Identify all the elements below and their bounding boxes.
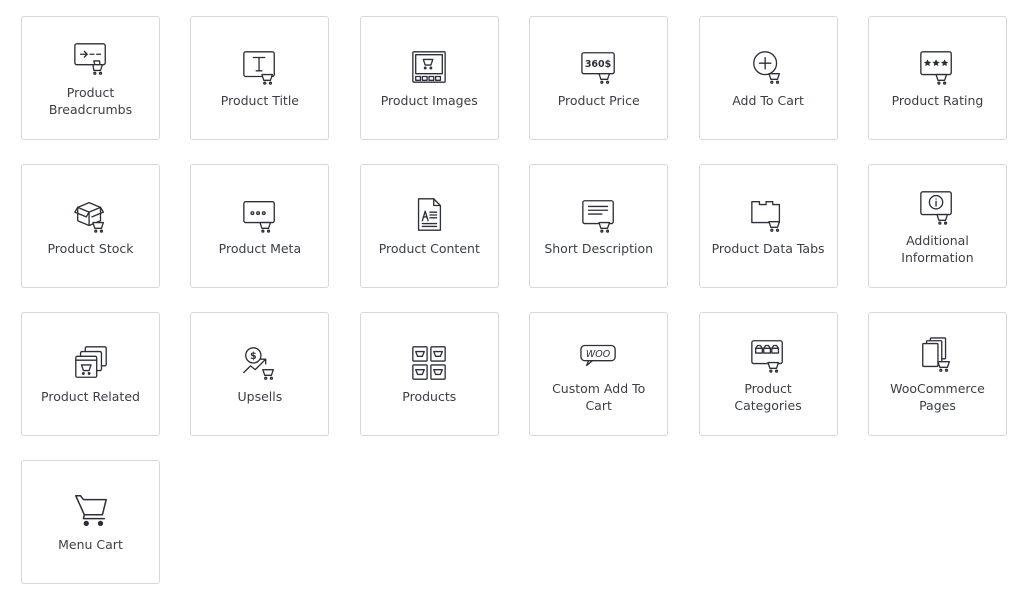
widget-label: Product Rating: [891, 93, 984, 108]
widget-product-title[interactable]: Product Title: [190, 16, 330, 140]
add-to-cart-icon: [748, 47, 788, 87]
widget-label: Menu Cart: [58, 537, 123, 552]
data-tabs-icon: [748, 195, 788, 235]
breadcrumbs-icon: [71, 39, 111, 79]
upsells-icon: $: [240, 343, 280, 383]
widget-label: Upsells: [237, 389, 283, 404]
related-icon: [71, 343, 111, 383]
widget-product-content[interactable]: Product Content: [359, 164, 499, 288]
widget-label: Product Content: [378, 241, 480, 256]
widget-label: Additional Information: [901, 232, 974, 265]
widget-label: Product Data Tabs: [711, 241, 825, 256]
widget-label: Product Meta: [218, 241, 302, 256]
widget-label: Add To Cart: [732, 93, 804, 108]
widget-additional-information[interactable]: Additional Information: [867, 164, 1007, 288]
widget-product-data-tabs[interactable]: Product Data Tabs: [698, 164, 838, 288]
widget-product-rating[interactable]: Product Rating: [867, 16, 1007, 140]
widget-product-categories[interactable]: Product Categories: [698, 312, 838, 436]
widget-custom-add-to-cart[interactable]: WOO Custom Add To Cart: [529, 312, 669, 436]
price-icon: 360$: [579, 47, 619, 87]
custom-add-to-cart-icon-text: WOO: [586, 348, 611, 359]
widget-product-breadcrumbs[interactable]: Product Breadcrumbs: [21, 16, 160, 140]
widget-woocommerce-pages[interactable]: WooCommerce Pages: [867, 312, 1007, 436]
widget-label: Short Description: [544, 241, 654, 256]
content-icon: [409, 195, 449, 235]
meta-icon: [240, 195, 280, 235]
widget-grid: Product Breadcrumbs Product Title Produc…: [21, 16, 1007, 584]
widget-label: Product Categories: [734, 380, 802, 413]
title-icon: [240, 47, 280, 87]
widget-label: Products: [402, 389, 457, 404]
widget-label: Custom Add To Cart: [552, 380, 646, 413]
widget-label: Product Title: [220, 93, 299, 108]
categories-icon: [748, 335, 788, 375]
widget-label: Product Images: [380, 93, 478, 108]
rating-icon: [917, 47, 957, 87]
products-icon: [409, 343, 449, 383]
widget-product-meta[interactable]: Product Meta: [190, 164, 330, 288]
widget-product-related[interactable]: Product Related: [21, 312, 160, 436]
widget-product-images[interactable]: Product Images: [359, 16, 499, 140]
menu-cart-icon: [71, 491, 111, 531]
svg-text:$: $: [250, 351, 257, 362]
woocommerce-pages-icon: [917, 335, 957, 375]
stock-icon: [71, 195, 111, 235]
images-icon: [409, 47, 449, 87]
widget-short-description[interactable]: Short Description: [529, 164, 669, 288]
widget-menu-cart[interactable]: Menu Cart: [21, 460, 160, 584]
widget-products[interactable]: Products: [359, 312, 499, 436]
widget-product-price[interactable]: 360$ Product Price: [529, 16, 669, 140]
widget-add-to-cart[interactable]: Add To Cart: [698, 16, 838, 140]
widget-upsells[interactable]: $ Upsells: [190, 312, 330, 436]
widget-label: Product Stock: [47, 241, 134, 256]
info-icon: [917, 187, 957, 227]
custom-add-to-cart-icon: WOO: [579, 335, 619, 375]
widget-label: Product Related: [41, 389, 140, 404]
short-description-icon: [579, 195, 619, 235]
widget-label: WooCommerce Pages: [890, 380, 985, 413]
widget-label: Product Price: [557, 93, 640, 108]
widget-label: Product Breadcrumbs: [48, 84, 133, 117]
widget-product-stock[interactable]: Product Stock: [21, 164, 160, 288]
price-icon-text: 360$: [584, 59, 610, 70]
